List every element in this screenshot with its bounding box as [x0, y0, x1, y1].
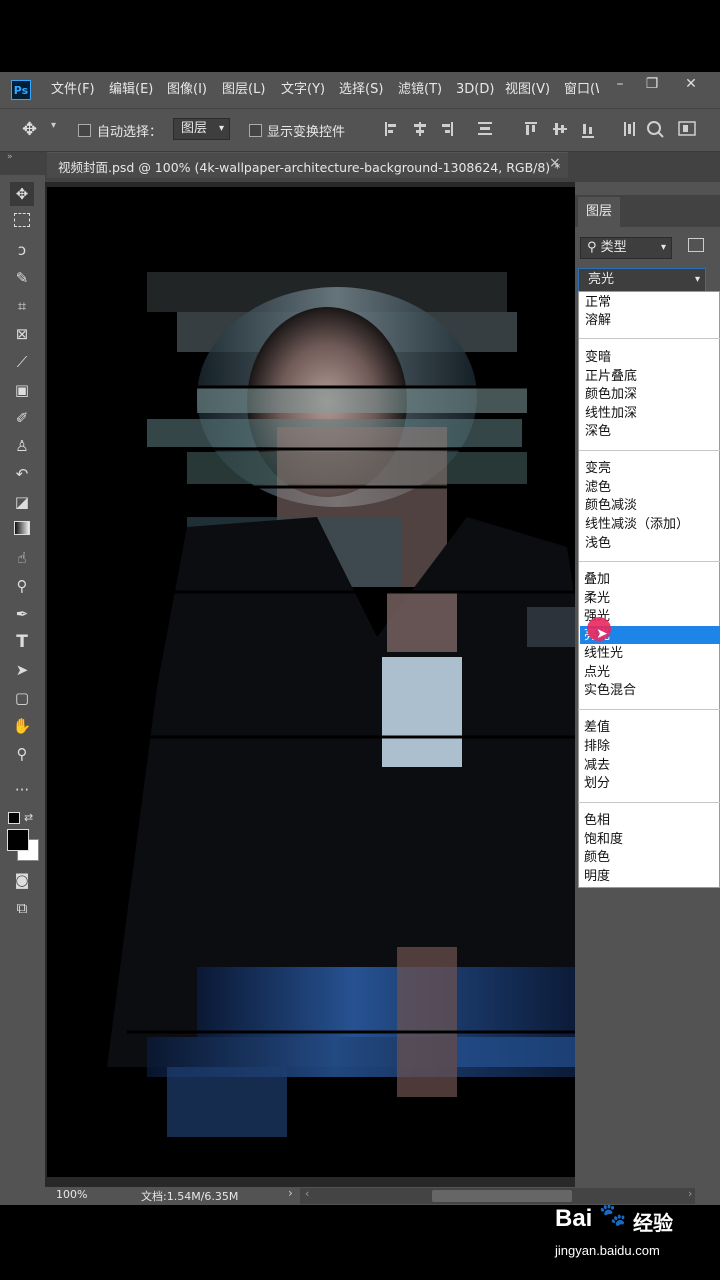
align-distribute-icons[interactable]: [380, 119, 720, 139]
foreground-color-swatch[interactable]: [7, 829, 29, 851]
clone-stamp-icon[interactable]: ♙: [10, 434, 34, 458]
eraser-icon[interactable]: ◪: [10, 490, 34, 514]
quick-mask-icon[interactable]: ◙: [10, 868, 34, 892]
menu-separator: [578, 709, 720, 710]
more-tools-icon[interactable]: ···: [10, 778, 34, 802]
brush-icon[interactable]: ✐: [10, 406, 34, 430]
menu-filter[interactable]: 滤镜(T): [398, 80, 442, 100]
healing-brush-icon[interactable]: ▣: [10, 378, 34, 402]
blend-option[interactable]: 排除: [584, 738, 610, 756]
watermark-brand-suffix: 经验: [633, 1211, 673, 1235]
blend-option[interactable]: 点光: [584, 664, 610, 682]
blend-mode-dropdown[interactable]: 亮光 ▾: [578, 268, 706, 292]
restore-icon[interactable]: ❐: [637, 74, 667, 94]
blend-option[interactable]: 明度: [584, 868, 610, 886]
menu-3d[interactable]: 3D(D): [456, 80, 494, 100]
watermark-url: jingyan.baidu.com: [555, 1243, 660, 1258]
crop-icon[interactable]: ⌗: [10, 294, 34, 318]
photoshop-logo: Ps: [11, 80, 31, 100]
blend-option[interactable]: 柔光: [584, 590, 610, 608]
chevron-right-icon[interactable]: ›: [288, 1186, 293, 1200]
menu-edit[interactable]: 编辑(E): [109, 80, 153, 100]
pen-icon[interactable]: ✒: [10, 602, 34, 626]
blend-option[interactable]: 线性光: [584, 645, 623, 663]
mouse-pointer-icon: ➤: [596, 626, 608, 642]
blend-option[interactable]: 差值: [584, 719, 610, 737]
collapse-toolbox-icon[interactable]: »: [7, 152, 13, 162]
default-colors-icon[interactable]: [8, 812, 20, 824]
blend-menu-lower-groups: 叠加 柔光 强光 亮光 线性光 点光 实色混合 差值 排除 减去 划分 色相 饱…: [578, 291, 720, 888]
scrollbar-thumb[interactable]: [432, 1190, 572, 1202]
scroll-right-icon[interactable]: ›: [688, 1187, 692, 1200]
quick-select-icon[interactable]: ✎: [10, 266, 34, 290]
show-transform-checkbox[interactable]: [249, 124, 262, 137]
menu-separator: [578, 802, 720, 803]
marquee-tool-icon[interactable]: [10, 210, 34, 234]
menu-image[interactable]: 图像(I): [167, 80, 207, 100]
blend-option[interactable]: 划分: [584, 775, 610, 793]
zoom-icon[interactable]: ⚲: [10, 742, 34, 766]
document-tab-title: 视频封面.psd @ 100% (4k-wallpaper-architectu…: [58, 160, 561, 175]
type-icon[interactable]: T: [10, 630, 34, 654]
history-brush-icon[interactable]: ↶: [10, 462, 34, 486]
chevron-down-icon: ▾: [218, 123, 224, 134]
hand-icon[interactable]: ✋: [10, 714, 34, 738]
image-filter-icon[interactable]: [688, 238, 704, 252]
blend-option[interactable]: 饱和度: [584, 831, 623, 849]
scroll-left-icon[interactable]: ‹: [305, 1187, 309, 1200]
document-size: 文档:1.54M/6.35M: [141, 1190, 239, 1203]
move-tool-icon[interactable]: ✥: [10, 182, 34, 206]
menu-layer[interactable]: 图层(L): [222, 80, 265, 100]
layer-filter-value: 类型: [600, 240, 627, 255]
menu-select[interactable]: 选择(S): [339, 80, 383, 100]
lasso-tool-icon[interactable]: ↄ: [10, 238, 34, 262]
chevron-down-icon[interactable]: ▾: [51, 120, 56, 131]
menu-view[interactable]: 视图(V): [505, 80, 550, 100]
menu-type[interactable]: 文字(Y): [281, 80, 325, 100]
blend-option[interactable]: 叠加: [584, 571, 610, 589]
watermark-brand: Bai: [555, 1205, 593, 1232]
close-window-icon[interactable]: ✕: [676, 74, 706, 94]
zoom-level[interactable]: 100%: [56, 1188, 87, 1201]
blend-mode-value: 亮光: [588, 272, 615, 287]
frame-icon[interactable]: ⊠: [10, 322, 34, 346]
blend-option[interactable]: 色相: [584, 812, 610, 830]
layer-filter-dropdown[interactable]: ⚲ 类型 ▾: [580, 237, 672, 259]
auto-select-target-value: 图层: [181, 121, 208, 136]
menu-window[interactable]: 窗口(W: [564, 80, 599, 100]
menu-file[interactable]: 文件(F): [51, 80, 95, 100]
blend-option[interactable]: 实色混合: [584, 682, 636, 700]
gradient-icon[interactable]: [10, 518, 34, 542]
screen-mode-icon[interactable]: ⧉: [10, 896, 34, 920]
close-tab-icon[interactable]: ×: [549, 155, 561, 171]
baidu-jingyan-watermark: Bai 🐾 经验 jingyan.baidu.com: [555, 1203, 720, 1265]
search-icon: ⚲: [587, 240, 601, 255]
move-tool-options-icon[interactable]: ✥: [22, 119, 37, 140]
chevron-down-icon: ▾: [694, 274, 700, 285]
minimize-icon[interactable]: –: [605, 74, 635, 94]
show-transform-label: 显示变换控件: [267, 125, 346, 140]
blend-option[interactable]: 减去: [584, 757, 610, 775]
eyedropper-icon[interactable]: ⟋: [10, 350, 34, 374]
auto-select-target-dropdown[interactable]: 图层 ▾: [173, 118, 230, 140]
swap-colors-icon[interactable]: ⇄: [24, 811, 33, 824]
smudge-icon[interactable]: ☝: [10, 546, 34, 570]
tab-layers[interactable]: 图层: [578, 197, 620, 227]
auto-select-checkbox[interactable]: [78, 124, 91, 137]
blend-option[interactable]: 颜色: [584, 849, 610, 867]
chevron-down-icon: ▾: [660, 242, 666, 253]
path-select-icon[interactable]: ➤: [10, 658, 34, 682]
dodge-icon[interactable]: ⚲: [10, 574, 34, 598]
shape-icon[interactable]: ▢: [10, 686, 34, 710]
auto-select-label: 自动选择：: [97, 125, 163, 140]
paw-icon: 🐾: [599, 1203, 627, 1228]
